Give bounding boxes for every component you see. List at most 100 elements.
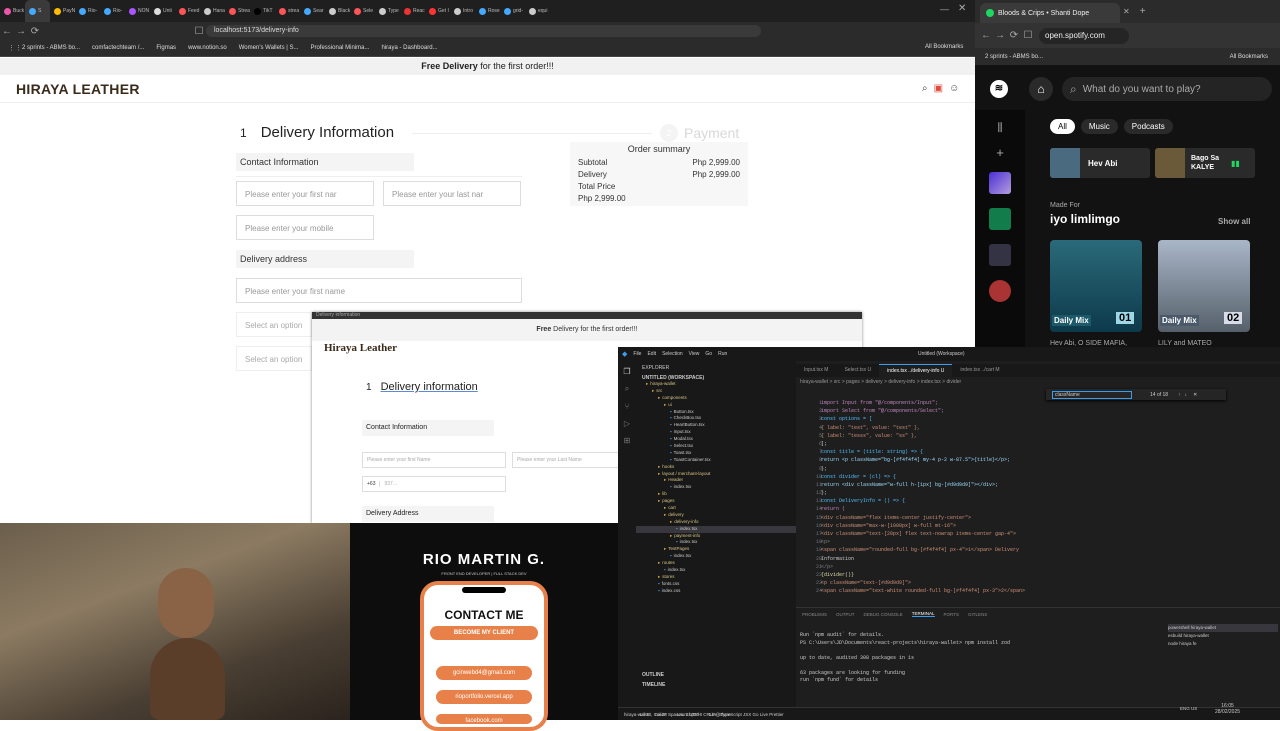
select-option-1[interactable]: Select an option <box>236 312 312 337</box>
tree-item[interactable]: ▸ pages <box>636 498 796 505</box>
brand-logo[interactable]: HIRAYA LEATHER <box>16 81 140 97</box>
code-line[interactable]: const divider = (cl) => { <box>821 473 1261 481</box>
tree-item[interactable]: ▸ src <box>636 388 796 395</box>
find-next-icon[interactable]: ↓ <box>1185 392 1188 398</box>
select-option-2[interactable]: Select an option <box>236 346 312 371</box>
tree-item[interactable]: ▸ Header <box>636 477 796 484</box>
code-line[interactable]: </p> <box>821 563 1261 571</box>
menu-item[interactable]: Go <box>705 351 712 357</box>
spotify-search[interactable]: ⌕ What do you want to play? <box>1062 77 1272 101</box>
sp-bookmark-icon[interactable]: ☐ <box>1021 30 1035 41</box>
browser-tab[interactable]: Get I <box>425 0 450 22</box>
made-for-user[interactable]: iyo limlimgo <box>1050 212 1120 226</box>
daily-mix-1-card[interactable]: Daily Mix 01 <box>1050 240 1142 332</box>
browser-tab[interactable]: Rose <box>475 0 500 22</box>
tree-item[interactable]: ▸ cart <box>636 505 796 512</box>
tree-item[interactable]: ▪ Input.tsx <box>636 429 796 436</box>
browser-tab[interactable]: Buck <box>0 0 25 22</box>
sp-back-icon[interactable]: ← <box>979 30 993 41</box>
code-line[interactable]: }; <box>821 465 1261 473</box>
window-close-button[interactable]: ✕ <box>958 3 966 14</box>
portfolio-link[interactable]: rioportfolio.vercel.app <box>436 690 532 704</box>
editor-tab[interactable]: index.tsx ../delivery-info U <box>879 364 953 377</box>
browser-tab[interactable]: grid- <box>500 0 525 22</box>
spotify-logo-icon[interactable]: ≋ <box>990 80 1008 98</box>
panel-tab[interactable]: PROBLEMS <box>802 612 827 617</box>
email-link[interactable]: gcinwebd4@gmail.com <box>436 666 532 680</box>
bookmark-item[interactable]: comfactechteam /... <box>92 45 144 51</box>
browser-tab[interactable]: Black <box>325 0 350 22</box>
playlist-thumb-1[interactable] <box>989 244 1011 266</box>
user-icon[interactable]: ☺ <box>949 83 959 94</box>
sp-reload-icon[interactable]: ⟳ <box>1007 30 1021 41</box>
search-activity-icon[interactable]: ⌕ <box>618 384 636 394</box>
code-line[interactable]: <span className="rounded-full bg-[#f4f4f… <box>821 546 1261 554</box>
first-name-input[interactable]: Please enter your first nar <box>236 181 374 206</box>
tree-item[interactable]: ▪ index.css <box>636 588 796 595</box>
menu-item[interactable]: Edit <box>647 351 656 357</box>
code-line[interactable]: return <div className="w-full h-[1px] bg… <box>821 481 1261 489</box>
tree-item[interactable]: ▪ Select.tsx <box>636 443 796 450</box>
filter-podcasts[interactable]: Podcasts <box>1123 119 1173 134</box>
code-line[interactable]: <span className="text-white rounded-full… <box>821 587 1261 595</box>
add-icon[interactable]: + <box>975 145 1025 160</box>
browser-tab[interactable]: Sear <box>300 0 325 22</box>
terminal-instance[interactable]: esbuild hiraya-wallet <box>1168 632 1278 640</box>
panel-tab[interactable]: DEBUG CONSOLE <box>864 612 903 617</box>
find-close-icon[interactable]: ✕ <box>1193 392 1197 398</box>
all-bookmarks[interactable]: All Bookmarks <box>925 44 963 50</box>
tree-item[interactable]: ▸ routes <box>636 560 796 567</box>
new-tab-icon[interactable]: + <box>1140 6 1146 17</box>
bookmark-icon[interactable]: ☐ <box>192 26 206 37</box>
saved-episodes-icon[interactable] <box>989 208 1011 230</box>
apps-icon[interactable]: ⋮⋮ <box>8 44 22 52</box>
tree-item[interactable]: ▪ index.tsx <box>636 567 796 574</box>
tree-item[interactable]: ▸ payment-info <box>636 533 796 540</box>
code-line[interactable]: <div className="flex items-center justif… <box>821 514 1261 522</box>
sp-all-bookmarks[interactable]: All Bookmarks <box>1230 54 1268 60</box>
browser-tab[interactable]: NON <box>125 0 150 22</box>
tree-item[interactable]: ▪ index.tsx <box>636 525 796 533</box>
spotify-tab[interactable]: Bloods & Crips • Shanti Dope <box>980 3 1120 23</box>
search-icon[interactable]: ⌕ <box>922 83 928 94</box>
liked-songs-icon[interactable] <box>989 172 1011 194</box>
last-name-input[interactable]: Please enter your last nar <box>383 181 521 206</box>
terminal-instance[interactable]: node hiraya fe <box>1168 640 1278 648</box>
filter-music[interactable]: Music <box>1080 119 1118 134</box>
terminal-instance[interactable]: powershell hiraya-wallet <box>1168 624 1278 632</box>
tree-item[interactable]: ▸ layout / merchant-layout <box>636 471 796 478</box>
sp-forward-icon[interactable]: → <box>993 30 1007 41</box>
code-line[interactable]: <div className="max-w-[1000px] w-full mt… <box>821 522 1261 530</box>
code-line[interactable]: {divider()} <box>821 571 1261 579</box>
code-line[interactable]: return ( <box>821 505 1261 513</box>
code-line[interactable]: { label: "test", value: "test" }, <box>821 424 1261 432</box>
filter-all[interactable]: All <box>1050 119 1075 134</box>
tree-item[interactable]: ▪ Button.tsx <box>636 409 796 416</box>
code-line[interactable]: return <p className="bg-[#f4f4f4] my-4 p… <box>821 456 1261 464</box>
recent-card-1[interactable]: Hev Abi <box>1050 148 1150 178</box>
daily-mix-2-card[interactable]: Daily Mix 02 <box>1158 240 1250 332</box>
tab-close-icon[interactable]: ✕ <box>1123 7 1130 16</box>
facebook-link[interactable]: facebook.com <box>436 714 532 724</box>
bookmark-item[interactable]: Women's Wallets | S... <box>239 45 299 51</box>
editor-tab[interactable]: Input.tsx M <box>796 364 836 377</box>
tree-item[interactable]: ▸ components <box>636 395 796 402</box>
code-line[interactable]: import Input from "@/components/Input"; <box>821 399 1261 407</box>
outline-section[interactable]: OUTLINE <box>642 672 664 678</box>
extensions-icon[interactable]: ⊞ <box>618 436 636 445</box>
tree-item[interactable]: ▪ Modal.tsx <box>636 436 796 443</box>
browser-tab[interactable]: Reac <box>400 0 425 22</box>
code-line[interactable]: }; <box>821 489 1261 497</box>
debug-icon[interactable]: ▷ <box>618 419 636 428</box>
browser-tab[interactable]: Unti <box>150 0 175 22</box>
code-line[interactable]: ]; <box>821 440 1261 448</box>
menu-item[interactable]: Run <box>718 351 727 357</box>
code-line[interactable]: const DeliveryInfo = () => { <box>821 497 1261 505</box>
tree-item[interactable]: ▸ ui <box>636 402 796 409</box>
tree-item[interactable]: ▸ lib <box>636 491 796 498</box>
tree-item[interactable]: ▪ fonts.css <box>636 581 796 588</box>
bookmark-item[interactable]: Professional Minima... <box>310 45 369 51</box>
browser-tab[interactable]: equi <box>525 0 550 22</box>
taskbar-language[interactable]: ENG US <box>1180 706 1197 711</box>
tree-item[interactable]: ▪ CheckBox.tsx <box>636 415 796 422</box>
